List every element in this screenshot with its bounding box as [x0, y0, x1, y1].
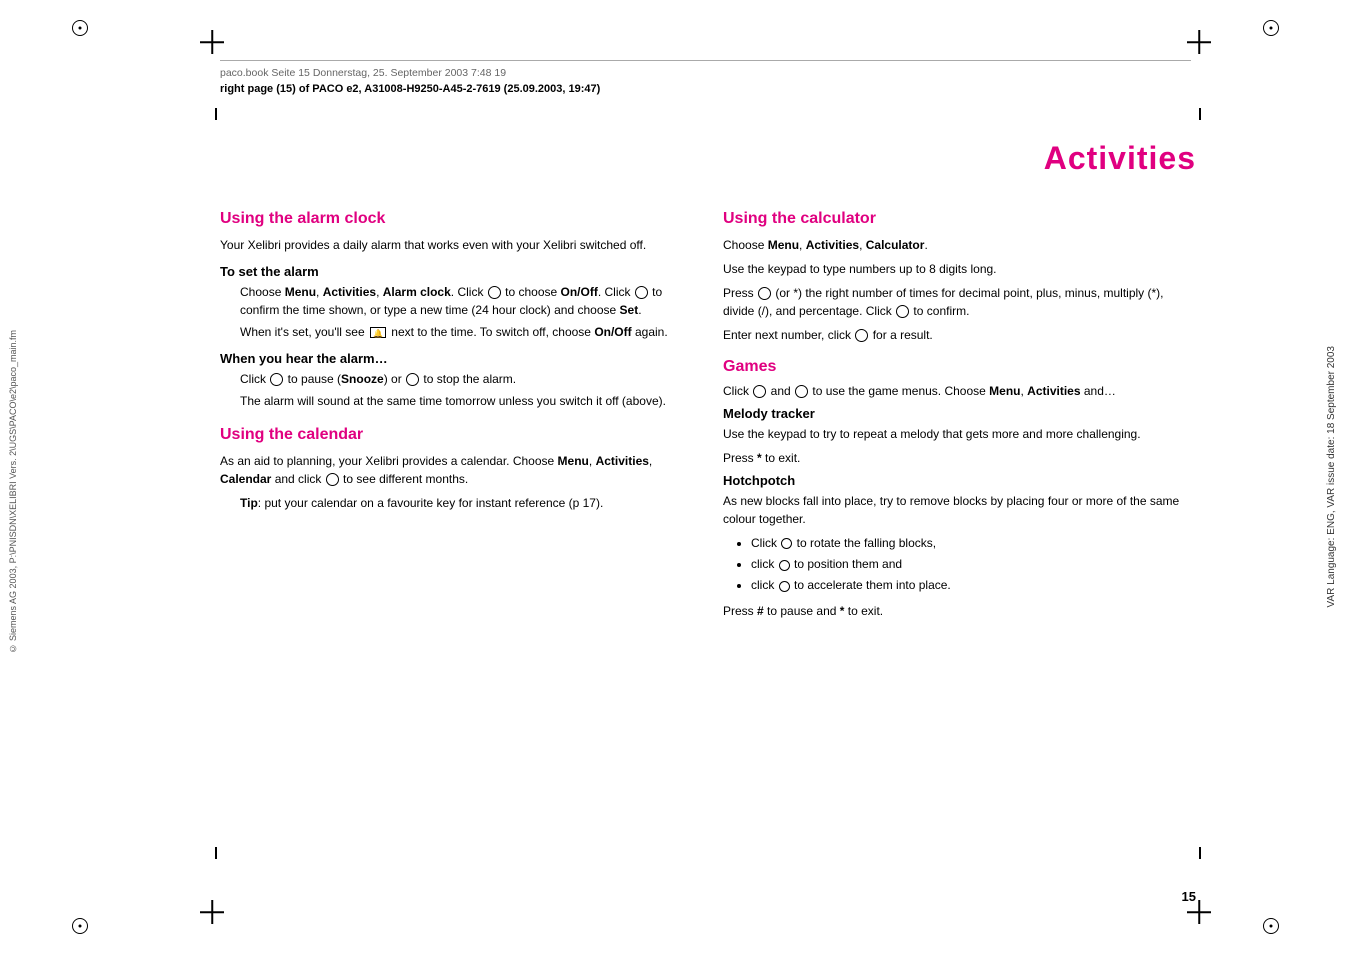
- btn-icon-11: [781, 538, 792, 549]
- reg-mark-bl: [70, 916, 90, 936]
- crosshair-tr: [1187, 30, 1211, 54]
- bullet-2: click to position them and: [751, 555, 1196, 574]
- right-sidebar: VAR Language: ENG, VAR issue date: 18 Se…: [1325, 120, 1339, 834]
- tick-mark-tl: [215, 108, 217, 120]
- btn-icon-3: [270, 373, 283, 386]
- btn-icon-1: [488, 286, 501, 299]
- page-info: right page (15) of PACO e2, A31008-H9250…: [220, 83, 1191, 95]
- btn-icon-6: [758, 287, 771, 300]
- calculator-text1: Choose Menu, Activities, Calculator.: [723, 236, 1196, 254]
- right-column: Using the calculator Choose Menu, Activi…: [723, 210, 1196, 874]
- set-alarm-text1: Choose Menu, Activities, Alarm clock. Cl…: [240, 283, 693, 319]
- reg-mark-br: [1261, 916, 1281, 936]
- btn-icon-4: [406, 373, 419, 386]
- crosshair-bl: [200, 900, 224, 924]
- calendar-heading: Using the calendar: [220, 426, 693, 444]
- tick-mark-br: [1199, 847, 1201, 859]
- btn-icon-8: [855, 329, 868, 342]
- games-heading: Games: [723, 358, 1196, 376]
- page-number: 15: [1182, 889, 1196, 904]
- hotchpotch-text2: Press # to pause and * to exit.: [723, 602, 1196, 620]
- tick-mark-bl: [215, 847, 217, 859]
- btn-icon-12: [779, 560, 790, 571]
- file-info: paco.book Seite 15 Donnerstag, 25. Septe…: [220, 67, 1191, 79]
- btn-icon-9: [753, 385, 766, 398]
- set-alarm-text2: When it's set, you'll see 🔔 next to the …: [240, 323, 693, 341]
- var-language-text: VAR Language: ENG, VAR issue date: 18 Se…: [1325, 346, 1339, 607]
- when-hear-text1: Click to pause (Snooze) or to stop the a…: [240, 370, 693, 388]
- left-column: Using the alarm clock Your Xelibri provi…: [220, 210, 693, 874]
- page: paco.book Seite 15 Donnerstag, 25. Septe…: [0, 0, 1351, 954]
- bullet-1: Click to rotate the falling blocks,: [751, 534, 1196, 553]
- btn-icon-13: [779, 581, 790, 592]
- calculator-text2: Use the keypad to type numbers up to 8 d…: [723, 260, 1196, 278]
- tick-mark-tr: [1199, 108, 1201, 120]
- crosshair-tl: [200, 30, 224, 54]
- hotchpotch-bullets: Click to rotate the falling blocks, clic…: [751, 534, 1196, 596]
- games-intro: Click and to use the game menus. Choose …: [723, 382, 1196, 400]
- copyright-text: © Siemens AG 2003, P:\PNISDN\XELIBRI Ver…: [8, 330, 20, 653]
- when-hear-heading: When you hear the alarm…: [220, 351, 693, 366]
- btn-icon-5: [326, 473, 339, 486]
- calendar-tip: Tip: put your calendar on a favourite ke…: [240, 494, 693, 512]
- calculator-text4: Enter next number, click for a result.: [723, 326, 1196, 344]
- reg-mark-tr: [1261, 18, 1281, 38]
- set-alarm-heading: To set the alarm: [220, 264, 693, 279]
- page-info-detail: of PACO e2, A31008-H9250-A45-2-7619 (25.…: [299, 83, 600, 95]
- top-info-bar: paco.book Seite 15 Donnerstag, 25. Septe…: [220, 60, 1191, 95]
- content-columns: Using the alarm clock Your Xelibri provi…: [220, 210, 1196, 874]
- alarm-clock-intro: Your Xelibri provides a daily alarm that…: [220, 236, 693, 254]
- melody-tracker-text2: Press * to exit.: [723, 449, 1196, 467]
- alarm-clock-heading: Using the alarm clock: [220, 210, 693, 228]
- main-content: Activities Using the alarm clock Your Xe…: [220, 110, 1196, 874]
- calendar-intro: As an aid to planning, your Xelibri prov…: [220, 452, 693, 488]
- calculator-heading: Using the calculator: [723, 210, 1196, 228]
- btn-icon-7: [896, 305, 909, 318]
- btn-icon-10: [795, 385, 808, 398]
- when-hear-text2: The alarm will sound at the same time to…: [240, 392, 693, 410]
- page-title: Activities: [1044, 140, 1196, 177]
- calculator-text3: Press (or *) the right number of times f…: [723, 284, 1196, 320]
- melody-tracker-text1: Use the keypad to try to repeat a melody…: [723, 425, 1196, 443]
- left-sidebar: © Siemens AG 2003, P:\PNISDN\XELIBRI Ver…: [8, 150, 20, 834]
- bullet-3: click to accelerate them into place.: [751, 576, 1196, 595]
- hotchpotch-text1: As new blocks fall into place, try to re…: [723, 492, 1196, 528]
- reg-mark-tl: [70, 18, 90, 38]
- btn-icon-2: [635, 286, 648, 299]
- alarm-icon: 🔔: [370, 327, 386, 338]
- melody-tracker-heading: Melody tracker: [723, 406, 1196, 421]
- hotchpotch-heading: Hotchpotch: [723, 473, 1196, 488]
- page-info-label: right page (15): [220, 83, 296, 95]
